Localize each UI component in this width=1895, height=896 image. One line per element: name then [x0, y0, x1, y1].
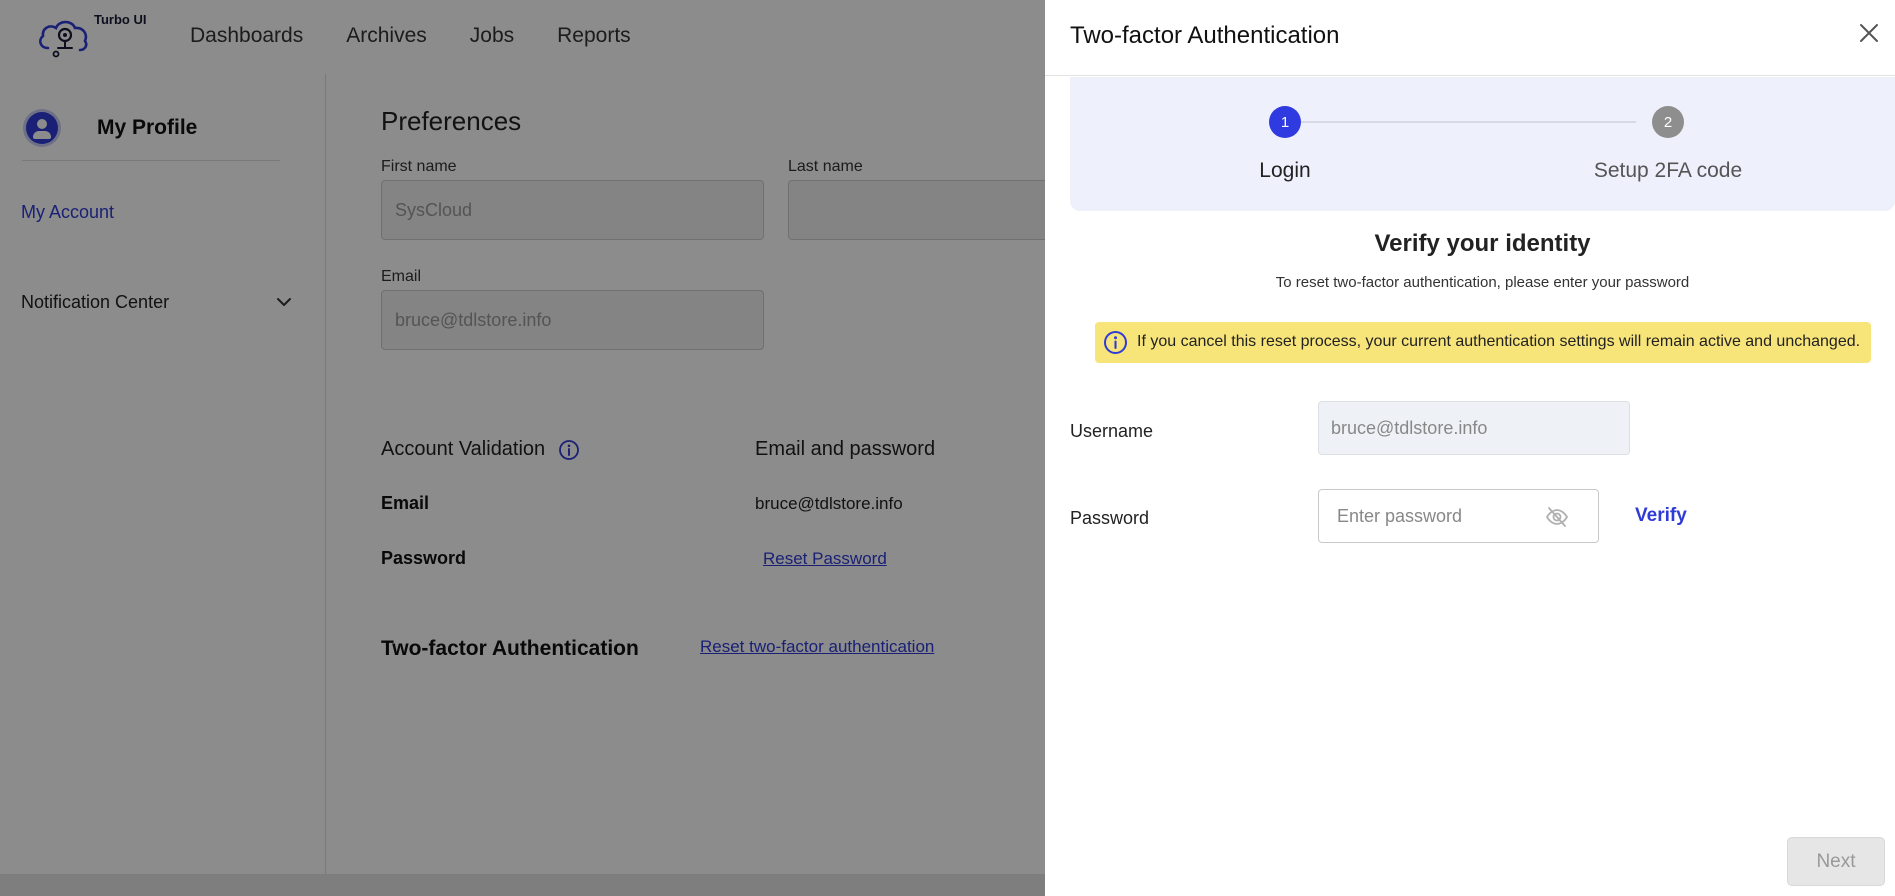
step-connector: [1298, 121, 1636, 123]
warning-alert: If you cancel this reset process, your c…: [1095, 322, 1871, 363]
verify-button[interactable]: Verify: [1635, 505, 1687, 527]
step-1-indicator: 1: [1269, 106, 1301, 138]
password-label: Password: [1070, 508, 1150, 528]
alert-text: If you cancel this reset process, your c…: [1137, 333, 1861, 350]
drawer-header: Two-factor Authentication: [1045, 0, 1895, 76]
eye-off-icon[interactable]: [1544, 504, 1570, 530]
username-label: Username: [1070, 421, 1154, 441]
step-2-label: Setup 2FA code: [1593, 159, 1743, 182]
drawer-title: Two-factor Authentication: [1070, 22, 1340, 49]
verify-subtitle: To reset two-factor authentication, plea…: [1275, 274, 1690, 291]
close-icon[interactable]: [1858, 22, 1880, 44]
verify-title: Verify your identity: [1374, 230, 1591, 257]
next-button[interactable]: Next: [1787, 837, 1885, 886]
info-icon: [1104, 331, 1127, 354]
tfa-drawer: Two-factor Authentication 1 2 Login Setu…: [1045, 0, 1895, 896]
password-input[interactable]: [1337, 504, 1537, 528]
password-field-wrapper: [1318, 489, 1599, 543]
username-field[interactable]: bruce@tdlstore.info: [1318, 401, 1630, 455]
step-1-label: Login: [1259, 159, 1311, 182]
step-2-indicator: 2: [1652, 106, 1684, 138]
stepper: 1 2 Login Setup 2FA code: [1070, 77, 1895, 211]
